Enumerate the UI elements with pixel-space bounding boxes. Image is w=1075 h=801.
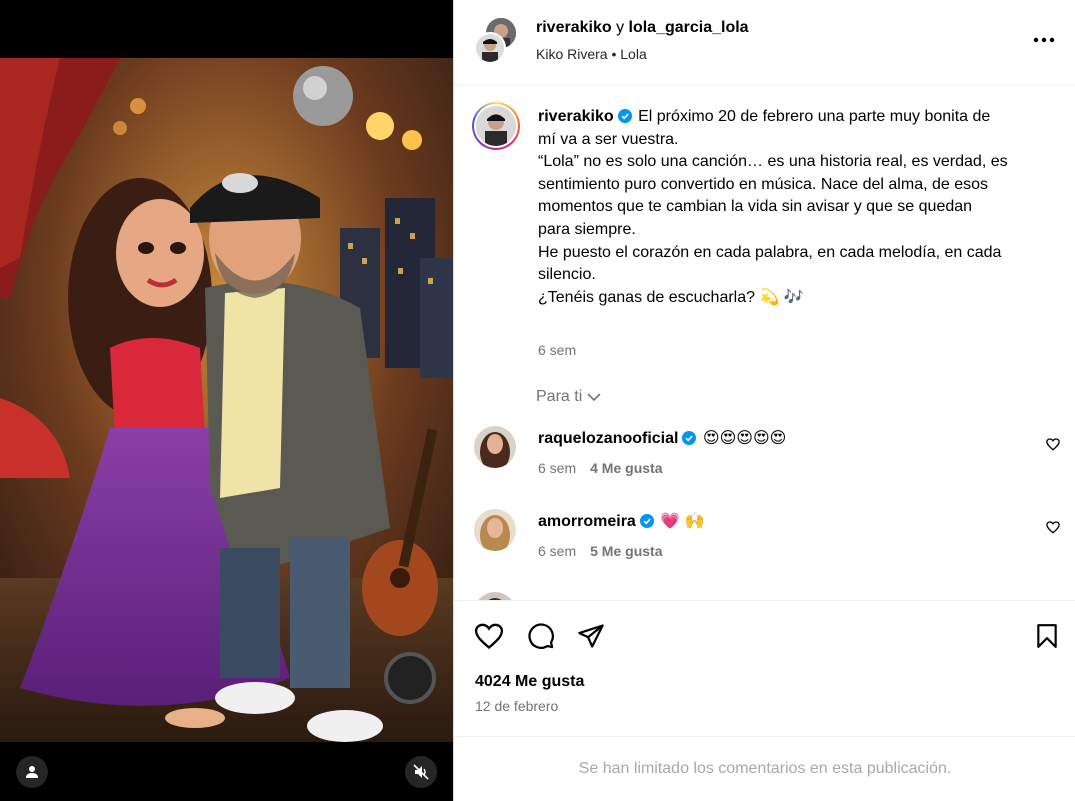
- comment-item: raquelozanooficial 😍😍😍😍😍 6 sem 4 Me gusta: [454, 426, 1075, 496]
- comment-username[interactable]: raquelozanooficial: [538, 430, 678, 447]
- save-button[interactable]: [1030, 619, 1064, 653]
- post-header: riverakiko y lola_garcia_lola Kiko River…: [454, 0, 1075, 85]
- verified-icon: [639, 514, 654, 528]
- post-media[interactable]: [0, 0, 453, 801]
- avatar[interactable]: [472, 102, 520, 150]
- caption-line: “Lola” no es solo una canción… es una hi…: [538, 153, 1008, 171]
- muted-audio-icon: [413, 764, 429, 780]
- comment-like-button[interactable]: [1046, 521, 1060, 539]
- post-image: [0, 58, 453, 742]
- caption-username[interactable]: riverakiko: [538, 108, 614, 125]
- collab-avatars[interactable]: [474, 18, 518, 64]
- avatar[interactable]: [474, 32, 506, 64]
- post-date[interactable]: 12 de febrero: [475, 698, 558, 714]
- post-authors: riverakiko y lola_garcia_lola: [536, 19, 749, 37]
- caption-line: He puesto el corazón en cada palabra, en…: [538, 243, 1002, 261]
- comment-likes[interactable]: 5 Me gusta: [590, 543, 662, 559]
- comments-limited-notice: Se han limitado los comentarios en esta …: [454, 736, 1075, 801]
- verified-icon: [617, 109, 632, 123]
- comment-like-button[interactable]: [1046, 438, 1060, 456]
- caption-line: mí va a ser vuestra.: [538, 130, 679, 148]
- verified-icon: [682, 431, 697, 445]
- comments-section[interactable]: riverakiko El próximo 20 de febrero una …: [454, 86, 1075, 600]
- caption-timestamp[interactable]: 6 sem: [538, 342, 576, 358]
- comment-timestamp[interactable]: 6 sem: [538, 543, 576, 559]
- avatar[interactable]: [474, 509, 516, 551]
- comment-meta: 6 sem 5 Me gusta: [538, 543, 662, 559]
- comment-sort-label: Para ti: [536, 388, 583, 405]
- post-sidebar: riverakiko y lola_garcia_lola Kiko River…: [453, 0, 1075, 801]
- share-button[interactable]: [574, 619, 608, 653]
- comment-icon: [528, 623, 554, 649]
- comments-limited-text: Se han limitado los comentarios en esta …: [578, 760, 952, 777]
- comment-button[interactable]: [524, 619, 558, 653]
- heart-icon: [1046, 521, 1060, 534]
- heart-icon: [1046, 438, 1060, 451]
- comment-item: amorromeira 💗 🙌 6 sem 5 Me gusta: [454, 509, 1075, 579]
- caption-line: ¿Tenéis ganas de escucharla? 💫 🎶: [538, 288, 804, 306]
- caption-line: sentimiento puro convertido en música. N…: [538, 175, 989, 193]
- comment-meta: 6 sem 4 Me gusta: [538, 460, 662, 476]
- comment-body: 😍😍😍😍😍: [702, 430, 787, 447]
- more-options-icon: [1033, 37, 1055, 43]
- share-icon: [578, 624, 604, 648]
- more-options-button[interactable]: [1029, 28, 1059, 52]
- user-tag-icon: [26, 766, 38, 778]
- comment-sort-dropdown[interactable]: Para ti: [536, 388, 602, 406]
- caption-line: riverakiko El próximo 20 de febrero una …: [538, 108, 991, 125]
- audio-toggle-button[interactable]: [405, 756, 437, 788]
- comment-text: raquelozanooficial 😍😍😍😍😍: [538, 428, 786, 448]
- comment-body: 💗 🙌: [660, 513, 705, 530]
- post-caption: riverakiko El próximo 20 de febrero una …: [538, 106, 1038, 309]
- comment-item-partial: [454, 592, 1075, 600]
- like-button[interactable]: [472, 619, 506, 653]
- caption-line: momentos que te cambian la vida sin avis…: [538, 198, 973, 216]
- heart-icon: [474, 623, 504, 649]
- author-link[interactable]: riverakiko: [536, 19, 612, 36]
- likes-count[interactable]: 4024 Me gusta: [475, 673, 584, 691]
- chevron-down-icon: [587, 393, 601, 402]
- comment-timestamp[interactable]: 6 sem: [538, 460, 576, 476]
- post-actions: 4024 Me gusta 12 de febrero: [454, 600, 1075, 736]
- bookmark-icon: [1037, 624, 1057, 648]
- caption-line: para siempre.: [538, 220, 636, 238]
- tagged-users-button[interactable]: [16, 756, 48, 788]
- comment-text: amorromeira 💗 🙌: [538, 511, 705, 531]
- audio-attribution[interactable]: Kiko Rivera • Lola: [536, 46, 647, 62]
- avatar[interactable]: [474, 592, 516, 600]
- avatar[interactable]: [474, 426, 516, 468]
- comment-likes[interactable]: 4 Me gusta: [590, 460, 662, 476]
- comment-username[interactable]: amorromeira: [538, 513, 636, 530]
- author-connector: y: [616, 19, 625, 36]
- author-link[interactable]: lola_garcia_lola: [629, 19, 749, 36]
- caption-line: silencio.: [538, 266, 596, 284]
